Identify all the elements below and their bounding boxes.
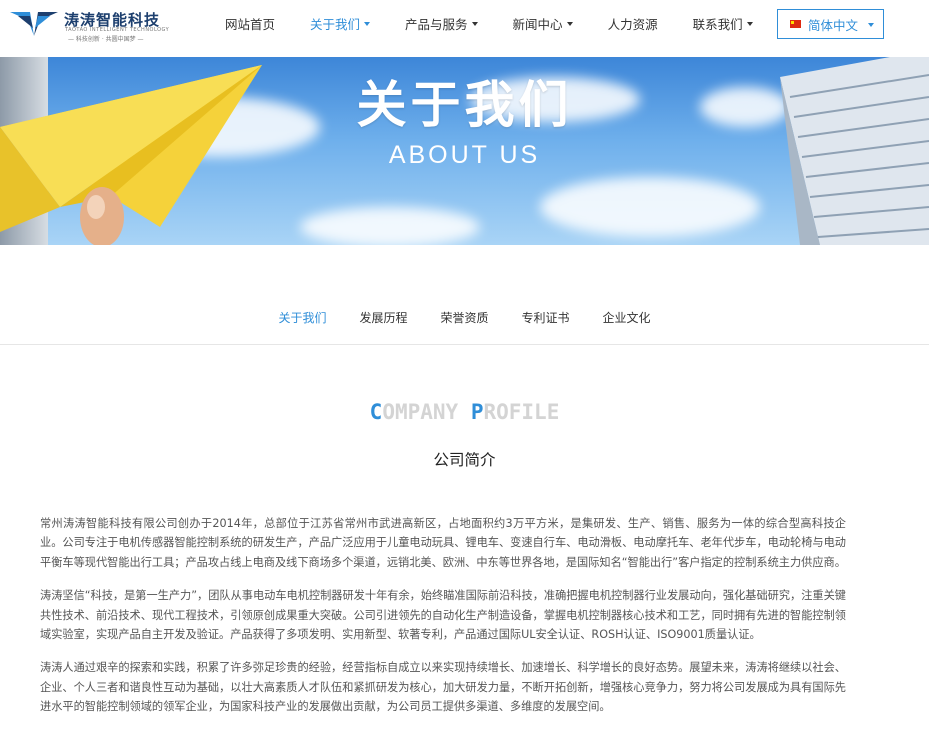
heading-initial-c: C [369, 400, 383, 424]
nav-item-label: 关于我们 [310, 16, 361, 32]
nav-item-label: 新闻中心 [512, 16, 563, 32]
caret-down-icon [746, 21, 753, 26]
language-label: 简体中文 [808, 17, 859, 33]
nav-item-home[interactable]: 网站首页 [225, 14, 275, 33]
nav-item-label: 联系我们 [692, 16, 743, 32]
nav-item-label: 网站首页 [225, 16, 276, 32]
banner-title: 关于我们 [356, 76, 573, 134]
cloud-decoration [540, 177, 760, 237]
subnav-item-honors[interactable]: 荣誉资质 [440, 309, 488, 326]
main-nav: 网站首页 关于我们 产品与服务 新闻中心 人力资源 联系我们 [225, 0, 753, 46]
cn-flag-icon [790, 20, 801, 28]
profile-paragraph: 常州涛涛智能科技有限公司创办于2014年，总部位于江苏省常州市武进高新区，占地面… [40, 517, 846, 569]
subnav-item-culture[interactable]: 企业文化 [603, 309, 651, 326]
nav-item-news[interactable]: 新闻中心 [513, 14, 573, 33]
banner-subtitle: ABOUT US [388, 141, 541, 169]
nav-item-about[interactable]: 关于我们 [310, 14, 371, 33]
caret-down-icon [364, 21, 371, 26]
language-selector[interactable]: 简体中文 [777, 9, 884, 39]
heading-word-rest: OMPANY [382, 400, 459, 424]
company-profile-heading-cn: 公司简介 [433, 451, 496, 469]
company-profile-heading-en: COMPANY PROFILE [0, 400, 929, 424]
profile-paragraph: 涛涛坚信“科技，是第一生产力”，团队从事电动车电机控制器研发十年有余，始终瞄准国… [40, 589, 846, 642]
profile-paragraph: 涛涛人通过艰辛的探索和实践，积累了许多弥足珍贵的经验，经营指标自成立以来实现持续… [40, 661, 846, 714]
company-logo[interactable]: 涛涛智能科技 TAOTAO INTELLIGENT TECHNOLOGY — 科… [8, 6, 169, 43]
nav-item-label: 产品与服务 [405, 16, 468, 32]
caret-down-icon [471, 21, 478, 26]
logo-subtitle-en: TAOTAO INTELLIGENT TECHNOLOGY [65, 27, 170, 33]
heading-initial-p: P [470, 400, 484, 424]
company-profile-content: 常州涛涛智能科技有限公司创办于2014年，总部位于江苏省常州市武进高新区，占地面… [40, 514, 846, 731]
heading-word-rest: ROFILE [483, 400, 560, 424]
section-divider [0, 344, 929, 345]
nav-item-label: 人力资源 [607, 16, 658, 32]
nav-item-contact[interactable]: 联系我们 [693, 14, 753, 33]
nav-item-products[interactable]: 产品与服务 [405, 14, 478, 33]
hero-banner: 关于我们 ABOUT US [0, 57, 929, 245]
cloud-decoration [300, 207, 480, 245]
about-subnav: 关于我们 发展历程 荣誉资质 专利证书 企业文化 [0, 309, 929, 326]
nav-item-hr[interactable]: 人力资源 [608, 14, 658, 33]
caret-down-icon [868, 22, 875, 27]
subnav-item-patents[interactable]: 专利证书 [522, 309, 570, 326]
logo-subtitle-cn: — 科技创新 · 共圆中国梦 — [68, 36, 144, 43]
site-header: 涛涛智能科技 TAOTAO INTELLIGENT TECHNOLOGY — 科… [0, 0, 929, 48]
subnav-item-history[interactable]: 发展历程 [359, 309, 407, 326]
logo-wings-icon [10, 12, 58, 36]
caret-down-icon [566, 21, 573, 26]
subnav-item-about[interactable]: 关于我们 [278, 309, 326, 326]
